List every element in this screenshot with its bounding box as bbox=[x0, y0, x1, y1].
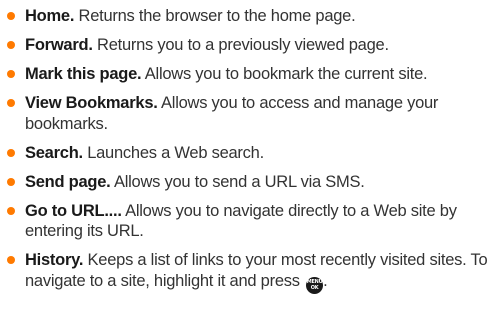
list-item-forward: Forward. Returns you to a previously vie… bbox=[4, 35, 490, 56]
item-description: Allows you to bookmark the current site. bbox=[141, 65, 428, 83]
menu-key-top-label: MENU bbox=[306, 278, 323, 285]
item-description: Returns the browser to the home page. bbox=[74, 7, 356, 25]
item-description: Allows you to send a URL via SMS. bbox=[110, 172, 365, 191]
item-term: History. bbox=[25, 251, 84, 269]
item-description-end: . bbox=[323, 271, 328, 290]
list-item-view-bookmarks: View Bookmarks. Allows you to access and… bbox=[4, 93, 490, 134]
item-description: Returns you to a previously viewed page. bbox=[92, 36, 389, 54]
item-description: Keeps a list of links to your most recen… bbox=[25, 251, 488, 290]
item-description: Launches a Web search. bbox=[82, 143, 264, 162]
item-term: Go to URL.... bbox=[25, 201, 122, 220]
menu-key-bottom-label: OK bbox=[310, 284, 319, 291]
item-term: View Bookmarks. bbox=[25, 94, 158, 112]
bullet-icon bbox=[7, 70, 15, 78]
item-term: Search. bbox=[25, 143, 83, 162]
list-item-go-to-url: Go to URL.... Allows you to navigate dir… bbox=[4, 201, 490, 242]
list-item-mark-this-page: Mark this page. Allows you to bookmark t… bbox=[4, 64, 490, 85]
item-term: Forward. bbox=[25, 36, 93, 54]
bullet-icon bbox=[7, 12, 15, 20]
bullet-icon bbox=[7, 177, 15, 186]
bullet-icon bbox=[7, 148, 15, 157]
bullet-icon bbox=[7, 41, 15, 49]
list-item-home: Home. Returns the browser to the home pa… bbox=[4, 6, 490, 27]
list-item-send-page: Send page. Allows you to send a URL via … bbox=[4, 172, 490, 193]
list-item-search: Search. Launches a Web search. bbox=[4, 143, 490, 164]
list-item-history: History. Keeps a list of links to your m… bbox=[4, 250, 490, 294]
bullet-icon bbox=[7, 99, 15, 107]
item-term: Mark this page. bbox=[25, 65, 142, 83]
item-term: Home. bbox=[25, 7, 75, 25]
item-term: Send page. bbox=[25, 172, 111, 191]
browser-menu-options-list: Home. Returns the browser to the home pa… bbox=[4, 6, 490, 302]
bullet-icon bbox=[7, 256, 15, 264]
bullet-icon bbox=[7, 206, 15, 215]
menu-ok-key-icon: MENU OK bbox=[306, 276, 324, 294]
